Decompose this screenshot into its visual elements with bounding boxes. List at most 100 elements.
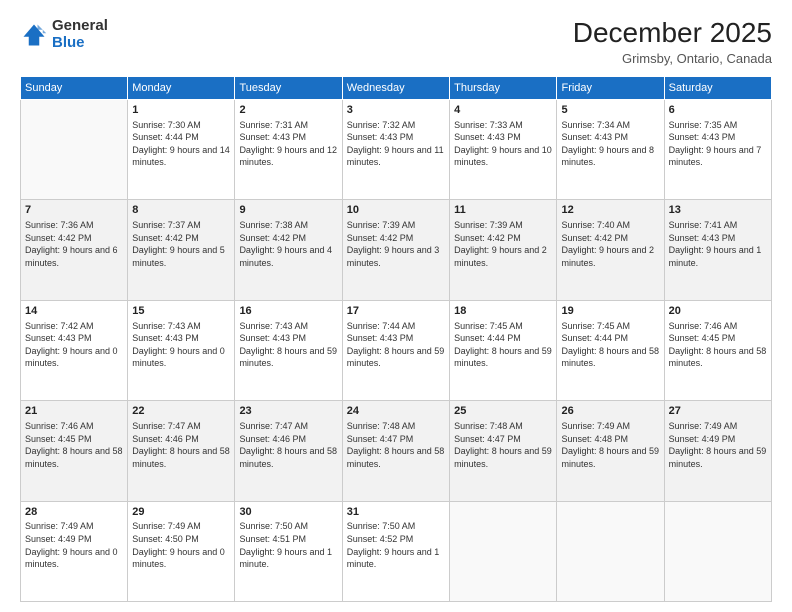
- day-number: 1: [132, 103, 230, 118]
- calendar-cell: 2Sunrise: 7:31 AM Sunset: 4:43 PM Daylig…: [235, 99, 342, 199]
- calendar-cell: [450, 501, 557, 601]
- day-info: Sunrise: 7:42 AM Sunset: 4:43 PM Dayligh…: [25, 320, 123, 370]
- day-number: 9: [239, 203, 337, 218]
- day-info: Sunrise: 7:38 AM Sunset: 4:42 PM Dayligh…: [239, 219, 337, 269]
- day-info: Sunrise: 7:34 AM Sunset: 4:43 PM Dayligh…: [561, 119, 659, 169]
- day-number: 23: [239, 404, 337, 419]
- day-number: 26: [561, 404, 659, 419]
- calendar-cell: 18Sunrise: 7:45 AM Sunset: 4:44 PM Dayli…: [450, 300, 557, 400]
- logo: General Blue: [20, 18, 108, 51]
- calendar-cell: 5Sunrise: 7:34 AM Sunset: 4:43 PM Daylig…: [557, 99, 664, 199]
- day-number: 4: [454, 103, 552, 118]
- day-number: 16: [239, 304, 337, 319]
- day-number: 18: [454, 304, 552, 319]
- day-info: Sunrise: 7:47 AM Sunset: 4:46 PM Dayligh…: [239, 420, 337, 470]
- calendar-cell: 21Sunrise: 7:46 AM Sunset: 4:45 PM Dayli…: [21, 401, 128, 501]
- day-info: Sunrise: 7:40 AM Sunset: 4:42 PM Dayligh…: [561, 219, 659, 269]
- day-info: Sunrise: 7:36 AM Sunset: 4:42 PM Dayligh…: [25, 219, 123, 269]
- calendar-cell: 28Sunrise: 7:49 AM Sunset: 4:49 PM Dayli…: [21, 501, 128, 601]
- calendar-cell: 22Sunrise: 7:47 AM Sunset: 4:46 PM Dayli…: [128, 401, 235, 501]
- day-number: 6: [669, 103, 767, 118]
- day-info: Sunrise: 7:46 AM Sunset: 4:45 PM Dayligh…: [25, 420, 123, 470]
- day-number: 30: [239, 505, 337, 520]
- calendar-week-row: 1Sunrise: 7:30 AM Sunset: 4:44 PM Daylig…: [21, 99, 772, 199]
- col-monday: Monday: [128, 76, 235, 99]
- calendar-header-row: Sunday Monday Tuesday Wednesday Thursday…: [21, 76, 772, 99]
- day-number: 29: [132, 505, 230, 520]
- day-number: 2: [239, 103, 337, 118]
- calendar-cell: 19Sunrise: 7:45 AM Sunset: 4:44 PM Dayli…: [557, 300, 664, 400]
- day-info: Sunrise: 7:39 AM Sunset: 4:42 PM Dayligh…: [347, 219, 445, 269]
- day-info: Sunrise: 7:45 AM Sunset: 4:44 PM Dayligh…: [561, 320, 659, 370]
- day-info: Sunrise: 7:49 AM Sunset: 4:48 PM Dayligh…: [561, 420, 659, 470]
- calendar-cell: 14Sunrise: 7:42 AM Sunset: 4:43 PM Dayli…: [21, 300, 128, 400]
- day-number: 21: [25, 404, 123, 419]
- day-info: Sunrise: 7:33 AM Sunset: 4:43 PM Dayligh…: [454, 119, 552, 169]
- calendar-cell: 11Sunrise: 7:39 AM Sunset: 4:42 PM Dayli…: [450, 200, 557, 300]
- month-title: December 2025: [573, 18, 772, 49]
- calendar-cell: 10Sunrise: 7:39 AM Sunset: 4:42 PM Dayli…: [342, 200, 449, 300]
- day-number: 20: [669, 304, 767, 319]
- page: General Blue December 2025 Grimsby, Onta…: [0, 0, 792, 612]
- calendar-cell: 3Sunrise: 7:32 AM Sunset: 4:43 PM Daylig…: [342, 99, 449, 199]
- day-info: Sunrise: 7:49 AM Sunset: 4:49 PM Dayligh…: [25, 520, 123, 570]
- day-info: Sunrise: 7:39 AM Sunset: 4:42 PM Dayligh…: [454, 219, 552, 269]
- calendar-cell: [557, 501, 664, 601]
- calendar-cell: 4Sunrise: 7:33 AM Sunset: 4:43 PM Daylig…: [450, 99, 557, 199]
- col-sunday: Sunday: [21, 76, 128, 99]
- title-block: December 2025 Grimsby, Ontario, Canada: [573, 18, 772, 66]
- day-info: Sunrise: 7:41 AM Sunset: 4:43 PM Dayligh…: [669, 219, 767, 269]
- day-info: Sunrise: 7:43 AM Sunset: 4:43 PM Dayligh…: [132, 320, 230, 370]
- calendar-cell: 8Sunrise: 7:37 AM Sunset: 4:42 PM Daylig…: [128, 200, 235, 300]
- logo-blue: Blue: [52, 34, 85, 51]
- day-number: 14: [25, 304, 123, 319]
- calendar-cell: 15Sunrise: 7:43 AM Sunset: 4:43 PM Dayli…: [128, 300, 235, 400]
- calendar-cell: [21, 99, 128, 199]
- day-info: Sunrise: 7:44 AM Sunset: 4:43 PM Dayligh…: [347, 320, 445, 370]
- day-info: Sunrise: 7:43 AM Sunset: 4:43 PM Dayligh…: [239, 320, 337, 370]
- day-number: 11: [454, 203, 552, 218]
- day-number: 8: [132, 203, 230, 218]
- calendar-table: Sunday Monday Tuesday Wednesday Thursday…: [20, 76, 772, 602]
- col-wednesday: Wednesday: [342, 76, 449, 99]
- day-number: 24: [347, 404, 445, 419]
- calendar-cell: 7Sunrise: 7:36 AM Sunset: 4:42 PM Daylig…: [21, 200, 128, 300]
- day-info: Sunrise: 7:49 AM Sunset: 4:49 PM Dayligh…: [669, 420, 767, 470]
- calendar-cell: 20Sunrise: 7:46 AM Sunset: 4:45 PM Dayli…: [664, 300, 771, 400]
- day-number: 5: [561, 103, 659, 118]
- day-number: 7: [25, 203, 123, 218]
- calendar-cell: 31Sunrise: 7:50 AM Sunset: 4:52 PM Dayli…: [342, 501, 449, 601]
- calendar-week-row: 21Sunrise: 7:46 AM Sunset: 4:45 PM Dayli…: [21, 401, 772, 501]
- day-info: Sunrise: 7:46 AM Sunset: 4:45 PM Dayligh…: [669, 320, 767, 370]
- calendar-cell: 16Sunrise: 7:43 AM Sunset: 4:43 PM Dayli…: [235, 300, 342, 400]
- day-number: 12: [561, 203, 659, 218]
- calendar-cell: 23Sunrise: 7:47 AM Sunset: 4:46 PM Dayli…: [235, 401, 342, 501]
- day-info: Sunrise: 7:48 AM Sunset: 4:47 PM Dayligh…: [454, 420, 552, 470]
- day-info: Sunrise: 7:45 AM Sunset: 4:44 PM Dayligh…: [454, 320, 552, 370]
- day-number: 27: [669, 404, 767, 419]
- day-number: 31: [347, 505, 445, 520]
- calendar-body: 1Sunrise: 7:30 AM Sunset: 4:44 PM Daylig…: [21, 99, 772, 601]
- day-info: Sunrise: 7:30 AM Sunset: 4:44 PM Dayligh…: [132, 119, 230, 169]
- calendar-cell: [664, 501, 771, 601]
- col-thursday: Thursday: [450, 76, 557, 99]
- day-number: 3: [347, 103, 445, 118]
- calendar-cell: 27Sunrise: 7:49 AM Sunset: 4:49 PM Dayli…: [664, 401, 771, 501]
- logo-icon: [20, 21, 48, 49]
- calendar-cell: 17Sunrise: 7:44 AM Sunset: 4:43 PM Dayli…: [342, 300, 449, 400]
- day-info: Sunrise: 7:31 AM Sunset: 4:43 PM Dayligh…: [239, 119, 337, 169]
- calendar-cell: 25Sunrise: 7:48 AM Sunset: 4:47 PM Dayli…: [450, 401, 557, 501]
- calendar-cell: 24Sunrise: 7:48 AM Sunset: 4:47 PM Dayli…: [342, 401, 449, 501]
- header: General Blue December 2025 Grimsby, Onta…: [20, 18, 772, 66]
- col-saturday: Saturday: [664, 76, 771, 99]
- calendar-week-row: 7Sunrise: 7:36 AM Sunset: 4:42 PM Daylig…: [21, 200, 772, 300]
- calendar-cell: 12Sunrise: 7:40 AM Sunset: 4:42 PM Dayli…: [557, 200, 664, 300]
- day-number: 25: [454, 404, 552, 419]
- location-subtitle: Grimsby, Ontario, Canada: [573, 51, 772, 66]
- day-info: Sunrise: 7:35 AM Sunset: 4:43 PM Dayligh…: [669, 119, 767, 169]
- day-number: 10: [347, 203, 445, 218]
- day-info: Sunrise: 7:49 AM Sunset: 4:50 PM Dayligh…: [132, 520, 230, 570]
- col-tuesday: Tuesday: [235, 76, 342, 99]
- calendar-cell: 13Sunrise: 7:41 AM Sunset: 4:43 PM Dayli…: [664, 200, 771, 300]
- calendar-cell: 1Sunrise: 7:30 AM Sunset: 4:44 PM Daylig…: [128, 99, 235, 199]
